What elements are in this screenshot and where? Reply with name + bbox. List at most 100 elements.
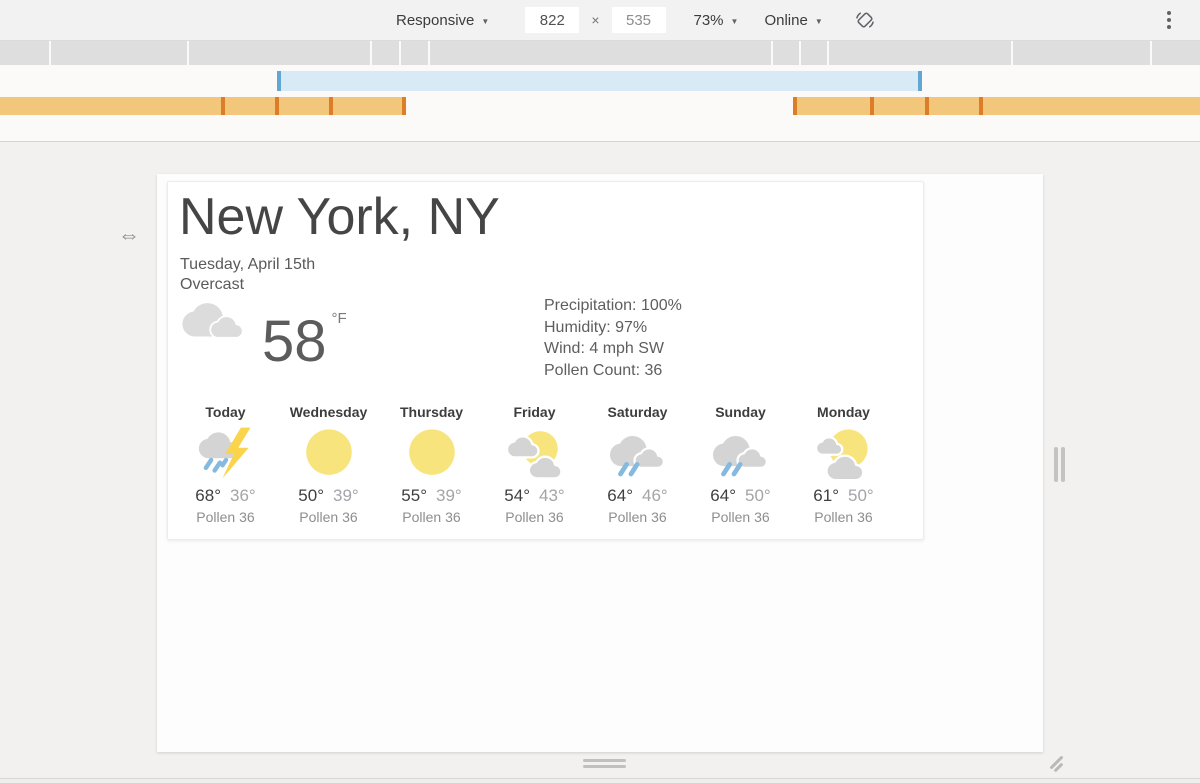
throttling-select[interactable]: Online ▼	[764, 12, 822, 29]
media-query-segment[interactable]	[0, 41, 49, 65]
media-query-bar-blue-edge[interactable]	[918, 71, 922, 91]
chevron-down-icon: ▼	[815, 17, 823, 26]
media-query-segment[interactable]	[829, 41, 1011, 65]
forecast-weather-icon	[713, 425, 769, 481]
device-type-label: Responsive	[396, 12, 474, 29]
media-query-segment[interactable]	[801, 41, 827, 65]
low-temp: 50°	[848, 486, 874, 505]
media-query-bar-orange[interactable]	[793, 97, 1200, 115]
high-temp: 61°	[813, 486, 839, 505]
media-query-segment[interactable]	[401, 41, 428, 65]
media-query-segment[interactable]	[430, 41, 771, 65]
pollen-count: Pollen 36	[380, 509, 483, 525]
forecast-row: Today 68°36° Pollen 36 Wednesday	[174, 404, 895, 525]
device-toolbar: Responsive ▼ × 73% ▼ Online ▼	[0, 0, 1200, 41]
forecast-weather-icon	[301, 425, 357, 481]
viewport-width-input[interactable]	[525, 7, 579, 33]
viewport-resize-handle-bottom[interactable]	[579, 755, 630, 772]
forecast-day: Wednesday 50° 39° Pollen 36	[277, 404, 380, 525]
forecast-temps: 55° 39°	[380, 486, 483, 506]
forecast-day: Monday 61°50° Pollen 36	[792, 404, 895, 525]
chevron-down-icon: ▼	[731, 17, 739, 26]
low-temp: 39°	[436, 486, 462, 505]
forecast-temps: 64° 46°	[586, 486, 689, 506]
conditions-detail-list: Precipitation: 100% Humidity: 97% Wind: …	[544, 295, 682, 381]
device-viewport: New York, NY Tuesday, April 15th Overcas…	[157, 174, 1043, 752]
forecast-day-label: Today	[174, 404, 277, 420]
high-temp: 50°	[298, 486, 324, 505]
high-temp: 55°	[401, 486, 427, 505]
high-temp: 68°	[195, 486, 221, 505]
zoom-select[interactable]: 73% ▼	[694, 12, 739, 29]
forecast-day-label: Sunday	[689, 404, 792, 420]
pollen-count: Pollen 36	[689, 509, 792, 525]
forecast-temps: 64°50°	[689, 486, 792, 506]
media-query-bar-orange-separator[interactable]	[925, 97, 929, 115]
viewport-resize-handle-corner[interactable]	[1044, 752, 1072, 776]
device-canvas: ⇔ New York, NY Tuesday, April 15th Overc…	[0, 142, 1200, 778]
forecast-day: Saturday 64° 46° Pollen 36	[586, 404, 689, 525]
media-query-segment[interactable]	[773, 41, 799, 65]
media-query-bar-orange-edge[interactable]	[793, 97, 797, 115]
media-query-bar-orange-separator[interactable]	[979, 97, 983, 115]
forecast-weather-icon	[507, 425, 563, 481]
forecast-weather-icon	[404, 425, 460, 481]
current-date: Tuesday, April 15th	[180, 256, 315, 274]
more-options-button[interactable]	[1160, 9, 1178, 31]
media-query-bar-blue[interactable]	[277, 71, 922, 91]
pollen-count: Pollen 36	[586, 509, 689, 525]
high-temp: 64°	[710, 486, 736, 505]
low-temp: 43°	[539, 486, 565, 505]
media-query-segment[interactable]	[51, 41, 187, 65]
media-query-bar-orange-separator[interactable]	[870, 97, 874, 115]
media-query-bar-orange-separator[interactable]	[329, 97, 333, 115]
bottom-divider	[0, 778, 1200, 783]
precipitation-line: Precipitation: 100%	[544, 295, 682, 317]
media-query-bar-orange-separator[interactable]	[221, 97, 225, 115]
forecast-day-label: Thursday	[380, 404, 483, 420]
media-query-segment[interactable]	[1013, 41, 1150, 65]
current-weather-cloudy-icon	[179, 292, 247, 342]
weather-card: New York, NY Tuesday, April 15th Overcas…	[167, 181, 924, 540]
device-type-select[interactable]: Responsive ▼	[396, 12, 489, 29]
devtools-device-mode: Responsive ▼ × 73% ▼ Online ▼	[0, 0, 1200, 783]
viewport-height-input[interactable]	[612, 7, 666, 33]
location-title: New York, NY	[179, 188, 500, 246]
media-query-segment[interactable]	[372, 41, 399, 65]
throttling-label: Online	[764, 12, 807, 29]
media-query-segment[interactable]	[1152, 41, 1200, 65]
forecast-weather-icon	[198, 425, 254, 481]
device-toolbar-controls: Responsive ▼ × 73% ▼ Online ▼	[396, 0, 877, 40]
forecast-day: Friday 54°43° Pollen 36	[483, 404, 586, 525]
media-query-bar-orange-separator[interactable]	[275, 97, 279, 115]
pollen-count: Pollen 36	[174, 509, 277, 525]
forecast-temps: 54°43°	[483, 486, 586, 506]
forecast-weather-icon	[816, 425, 872, 481]
media-query-inspector	[0, 41, 1200, 142]
media-query-bar-orange[interactable]	[0, 97, 406, 115]
forecast-day: Sunday 64°50° Pollen 36	[689, 404, 792, 525]
forecast-temps: 68°36°	[174, 486, 277, 506]
rotate-screen-icon	[854, 9, 876, 31]
viewport-resize-handle-right[interactable]	[1050, 443, 1069, 486]
zoom-level-label: 73%	[694, 12, 724, 29]
rotate-viewport-button[interactable]	[853, 8, 877, 32]
media-query-segment[interactable]	[189, 41, 370, 65]
forecast-day: Today 68°36° Pollen 36	[174, 404, 277, 525]
high-temp: 64°	[607, 486, 633, 505]
low-temp: 39°	[333, 486, 359, 505]
pollen-count-line: Pollen Count: 36	[544, 360, 682, 382]
forecast-day-label: Wednesday	[277, 404, 380, 420]
humidity-line: Humidity: 97%	[544, 317, 682, 339]
low-temp: 46°	[642, 486, 668, 505]
forecast-day-label: Saturday	[586, 404, 689, 420]
pollen-count: Pollen 36	[277, 509, 380, 525]
media-query-bar-blue-edge[interactable]	[277, 71, 281, 91]
wind-line: Wind: 4 mph SW	[544, 338, 682, 360]
chevron-down-icon: ▼	[481, 17, 489, 26]
forecast-day-label: Friday	[483, 404, 586, 420]
horizontal-resize-cursor-icon: ⇔	[118, 224, 140, 246]
current-temperature: 58°F	[262, 288, 347, 373]
media-query-bar-orange-edge[interactable]	[402, 97, 406, 115]
forecast-weather-icon	[610, 425, 666, 481]
